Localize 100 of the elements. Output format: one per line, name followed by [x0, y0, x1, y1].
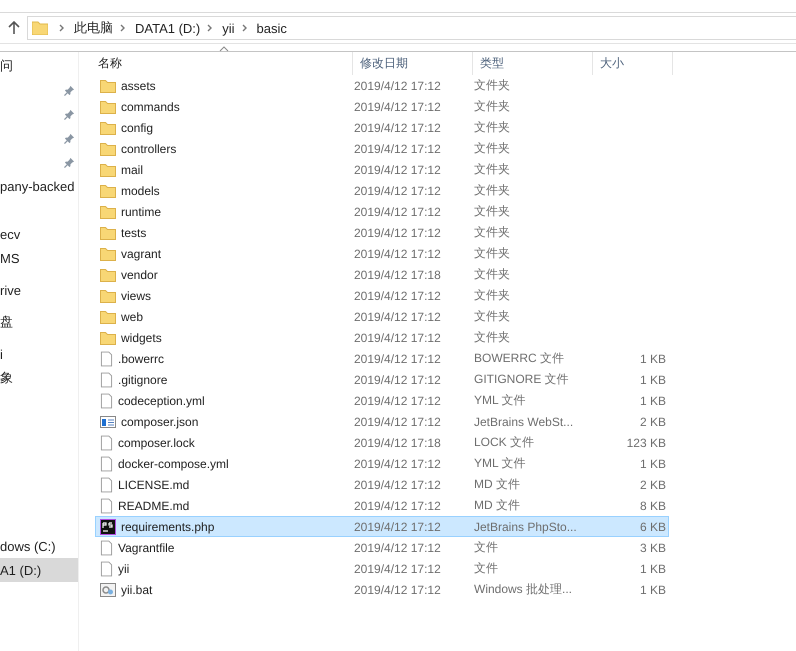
file-icon: [100, 392, 113, 408]
file-type: 文件夹: [474, 329, 510, 346]
file-row[interactable]: composer.json 2019/4/12 17:12 JetBrains WebSt... 2 KB: [95, 411, 669, 432]
breadcrumb[interactable]: basic: [256, 20, 287, 36]
file-row[interactable]: web 2019/4/12 17:12 文件夹: [95, 306, 669, 327]
file-name: config: [121, 120, 154, 134]
file-row[interactable]: views 2019/4/12 17:12 文件夹: [95, 285, 669, 306]
file-row[interactable]: commands 2019/4/12 17:12 文件夹: [95, 96, 669, 117]
file-row[interactable]: .bowerrc 2019/4/12 17:12 BOWERRC 文件 1 KB: [95, 348, 669, 369]
column-header[interactable]: 大小: [593, 52, 673, 75]
file-row[interactable]: yii.bat 2019/4/12 17:12 Windows 批处理... 1 KB: [95, 579, 669, 600]
file-row[interactable]: Vagrantfile 2019/4/12 17:12 文件 3 KB: [95, 537, 669, 558]
modified-date: 2019/4/12 17:12: [354, 246, 441, 260]
file-size: 1 KB: [640, 582, 666, 596]
file-type: YML 文件: [474, 455, 526, 472]
file-type: 文件: [474, 539, 498, 556]
file-row[interactable]: assets 2019/4/12 17:12 文件夹: [95, 75, 669, 96]
chevron-icon[interactable]: [59, 24, 65, 32]
file-row[interactable]: widgets 2019/4/12 17:12 文件夹: [95, 327, 669, 348]
modified-date: 2019/4/12 17:12: [354, 540, 441, 554]
modified-date: 2019/4/12 17:12: [354, 142, 441, 156]
sidebar-item[interactable]: rive: [0, 278, 78, 302]
file-icon: [100, 372, 113, 388]
column-header[interactable]: 名称: [91, 52, 353, 75]
file-type: 文件夹: [474, 119, 510, 136]
sidebar-item[interactable]: i: [0, 342, 78, 366]
chevron-icon[interactable]: [207, 24, 214, 32]
modified-date: 2019/4/12 17:12: [354, 120, 441, 134]
chevron-icon[interactable]: [242, 24, 248, 32]
file-row[interactable]: runtime 2019/4/12 17:12 文件夹: [95, 201, 669, 222]
sidebar-item[interactable]: 象: [0, 366, 78, 390]
folder-icon: [100, 246, 116, 260]
folder-icon: [100, 78, 116, 92]
file-name: views: [121, 288, 152, 302]
modified-date: 2019/4/12 17:12: [354, 226, 441, 240]
folder-icon: [100, 184, 116, 198]
file-type: 文件夹: [474, 161, 510, 178]
breadcrumb[interactable]: DATA1 (D:): [135, 20, 200, 36]
modified-date: 2019/4/12 17:12: [354, 478, 441, 492]
folder-icon: [100, 330, 116, 344]
file-name: yii.bat: [121, 582, 152, 596]
file-row[interactable]: vendor 2019/4/12 17:18 文件夹: [95, 264, 669, 285]
folder-icon: [100, 142, 116, 156]
file-name: LICENSE.md: [118, 478, 190, 492]
file-row[interactable]: vagrant 2019/4/12 17:12 文件夹: [95, 243, 669, 264]
file-row[interactable]: codeception.yml 2019/4/12 17:12 YML 文件 1 KB: [95, 390, 669, 411]
file-name: vagrant: [121, 246, 162, 260]
file-row[interactable]: tests 2019/4/12 17:12 文件夹: [95, 222, 669, 243]
file-type: 文件夹: [474, 287, 510, 304]
file-size: 1 KB: [640, 562, 666, 576]
file-name: README.md: [118, 498, 190, 512]
folder-icon: [100, 100, 116, 114]
column-header[interactable]: 修改日期: [353, 52, 473, 75]
sidebar-item[interactable]: pany-backed: [0, 174, 78, 198]
editor-app-icon: [100, 518, 116, 534]
file-size: 3 KB: [640, 540, 666, 554]
file-row[interactable]: LICENSE.md 2019/4/12 17:12 MD 文件 2 KB: [95, 474, 669, 495]
chevron-icon[interactable]: [120, 24, 126, 32]
file-name: composer.json: [121, 414, 198, 428]
modified-date: 2019/4/12 17:12: [354, 100, 441, 114]
file-size: 123 KB: [626, 436, 666, 450]
file-size: 2 KB: [640, 414, 666, 428]
up-arrow-icon[interactable]: [7, 21, 21, 35]
file-row[interactable]: config 2019/4/12 17:12 文件夹: [95, 117, 669, 138]
breadcrumb[interactable]: yii: [222, 20, 235, 36]
file-row[interactable]: docker-compose.yml 2019/4/12 17:12 YML 文件 1 KB: [95, 453, 669, 474]
sidebar-item[interactable]: 盘: [0, 310, 78, 334]
file-name: Vagrantfile: [118, 540, 174, 554]
file-row[interactable]: README.md 2019/4/12 17:12 MD 文件 8 KB: [95, 495, 669, 516]
file-row[interactable]: controllers 2019/4/12 17:12 文件夹: [95, 138, 669, 159]
sidebar-item[interactable]: dows (C:): [0, 534, 78, 558]
breadcrumb[interactable]: 此电脑: [74, 19, 113, 37]
file-type: JetBrains PhpSto...: [474, 520, 577, 534]
file-type: Windows 批处理...: [474, 581, 572, 598]
modified-date: 2019/4/12 17:12: [354, 310, 441, 324]
file-icon: [100, 498, 113, 514]
file-icon: [100, 560, 113, 576]
file-name: codeception.yml: [118, 394, 205, 408]
file-type: 文件夹: [474, 77, 510, 94]
modified-date: 2019/4/12 17:12: [354, 288, 441, 302]
sidebar-item[interactable]: 问: [0, 54, 78, 78]
file-row[interactable]: models 2019/4/12 17:12 文件夹: [95, 180, 669, 201]
file-row[interactable]: yii 2019/4/12 17:12 文件 1 KB: [95, 558, 669, 579]
file-name: docker-compose.yml: [118, 456, 229, 470]
modified-date: 2019/4/12 17:12: [354, 498, 441, 512]
folder-icon: [100, 268, 116, 282]
file-name: models: [121, 184, 160, 198]
file-size: 2 KB: [640, 478, 666, 492]
file-type: 文件夹: [474, 245, 510, 262]
file-row[interactable]: composer.lock 2019/4/12 17:18 LOCK 文件 123 KB: [95, 432, 669, 453]
file-row[interactable]: requirements.php 2019/4/12 17:12 JetBrains PhpSto... 6 KB: [95, 516, 669, 537]
file-size: 1 KB: [640, 352, 666, 366]
sidebar-item[interactable]: MS: [0, 246, 78, 270]
file-row[interactable]: .gitignore 2019/4/12 17:12 GITIGNORE 文件 1 KB: [95, 369, 669, 390]
file-name: runtime: [121, 204, 162, 218]
file-row[interactable]: mail 2019/4/12 17:12 文件夹: [95, 159, 669, 180]
address-bar[interactable]: 此电脑 DATA1 (D:) yii basic: [27, 16, 796, 40]
sidebar-item[interactable]: ecv: [0, 222, 78, 246]
sidebar-item[interactable]: A1 (D:): [0, 558, 78, 582]
column-header[interactable]: 类型: [473, 52, 593, 75]
